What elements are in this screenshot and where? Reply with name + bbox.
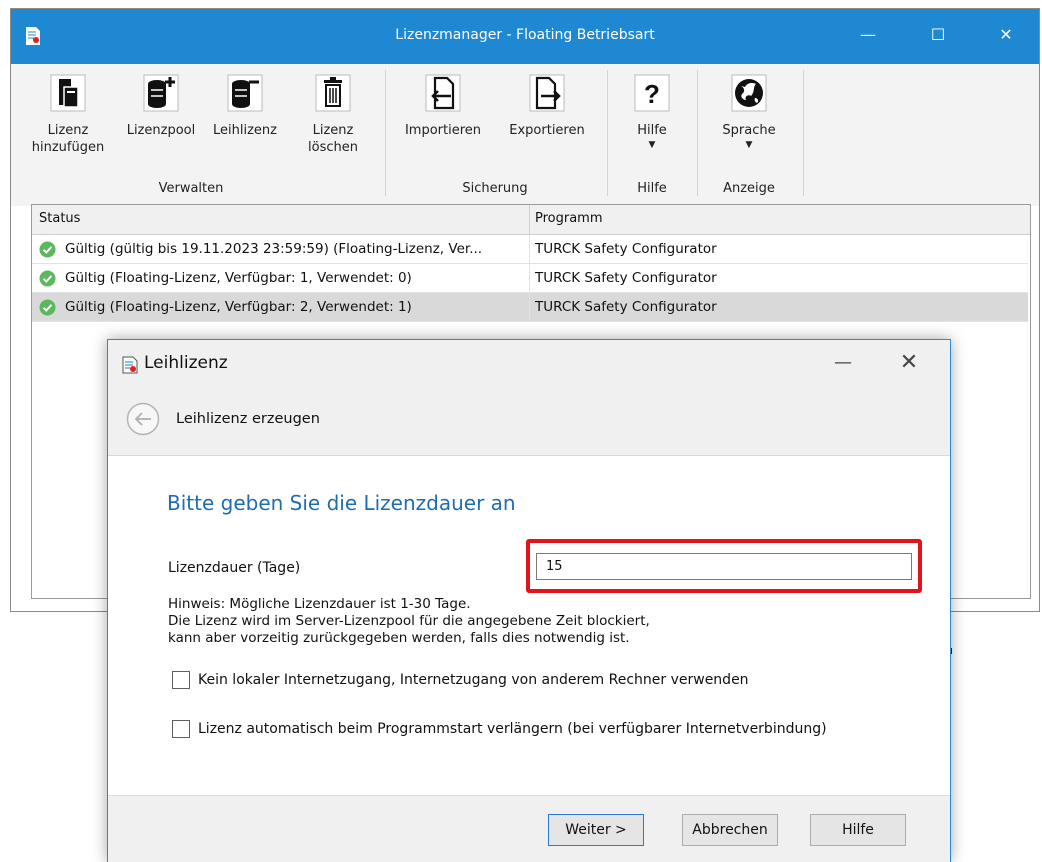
borrow-license-icon [227,74,263,112]
group-separator [697,70,698,196]
cancel-button[interactable]: Abbrechen [682,814,778,846]
add-license-button[interactable]: Lizenz hinzufügen [27,74,109,156]
row-status: Gültig (Floating-Lizenz, Verfügbar: 2, V… [65,299,412,315]
hint-text: Die Lizenz wird im Server-Lizenzpool für… [168,613,650,629]
table-row[interactable]: Gültig (gültig bis 19.11.2023 23:59:59) … [32,235,1028,264]
help-button[interactable]: Hilfe [810,814,906,846]
cell-divider [529,235,530,264]
row-program: TURCK Safety Configurator [535,299,717,315]
dialog-title-bar: Leihlizenz — ✕ [108,340,950,388]
borrow-license-button[interactable]: Leihlizenz [205,74,285,139]
wizard-step-title: Leihlizenz erzeugen [176,411,320,427]
row-status: Gültig (Floating-Lizenz, Verfügbar: 1, V… [65,270,412,286]
wizard-nav-bar: Leihlizenz erzeugen [108,388,950,456]
license-pool-button[interactable]: Lizenzpool [125,74,197,139]
cell-divider [529,264,530,293]
dialog-content: Bitte geben Sie die Lizenzdauer an Lizen… [108,457,950,795]
group-separator [803,70,804,196]
import-icon [425,74,461,112]
export-label: Exportieren [509,123,585,138]
duration-label: Lizenzdauer (Tage) [168,560,301,576]
borrow-license-label: Leihlizenz [213,123,277,138]
question-mark-icon: ? [634,74,670,112]
group-label-sicherung: Sicherung [462,181,528,196]
check-circle-icon [39,270,56,287]
export-icon [529,74,565,112]
group-label-verwalten: Verwalten [158,181,224,196]
license-pool-icon [143,74,179,112]
dialog-title: Leihlizenz [144,353,228,373]
svg-text:?: ? [644,79,660,109]
export-button[interactable]: Exportieren [499,74,595,139]
chevron-down-icon: ▼ [648,140,656,150]
license-pool-label: Lizenzpool [126,123,196,138]
minimize-button[interactable]: — [855,23,881,47]
auto-renew-checkbox[interactable] [172,720,190,738]
help-menu-button[interactable]: ? Hilfe ▼ [617,74,687,151]
column-header-status[interactable]: Status [39,211,80,226]
table-row-selected[interactable]: Gültig (Floating-Lizenz, Verfügbar: 2, V… [32,293,1028,322]
table-row[interactable]: Gültig (Floating-Lizenz, Verfügbar: 1, V… [32,264,1028,293]
row-program: TURCK Safety Configurator [535,241,717,257]
dialog-footer: Weiter > Abbrechen Hilfe [108,795,950,862]
next-button[interactable]: Weiter > [548,814,644,846]
window-title: Lizenzmanager - Floating Betriebsart [395,27,655,43]
add-license-icon [50,74,86,112]
trash-icon [315,74,351,112]
group-label-hilfe: Hilfe [637,181,667,196]
help-menu-label: Hilfe [637,123,667,138]
dialog-close-button[interactable]: ✕ [894,348,924,378]
maximize-button[interactable]: ☐ [925,23,951,47]
import-label: Importieren [404,123,482,138]
license-app-icon [122,356,138,374]
add-license-label-1: Lizenz [47,123,89,138]
cell-divider [529,293,530,322]
page-heading: Bitte geben Sie die Lizenzdauer an [167,491,516,515]
check-circle-icon [39,241,56,258]
ribbon-toolbar: Lizenz hinzufügen Lizenzpool Leihlizenz … [11,64,1039,206]
globe-icon [731,74,767,112]
hint-text: kann aber vorzeitig zurückgegeben werden… [168,630,630,646]
duration-input[interactable] [536,553,912,580]
import-button[interactable]: Importieren [395,74,491,139]
close-button[interactable]: ✕ [993,23,1019,47]
auto-renew-checkbox-label[interactable]: Lizenz automatisch beim Programmstart ve… [198,721,827,737]
language-menu-label: Sprache [722,123,776,138]
title-bar: Lizenzmanager - Floating Betriebsart — ☐… [11,9,1039,64]
offline-checkbox-label[interactable]: Kein lokaler Internetzugang, Internetzug… [198,672,749,688]
hint-text: Hinweis: Mögliche Lizenzdauer ist 1-30 T… [168,596,471,612]
group-separator [607,70,608,196]
dialog-minimize-button[interactable]: — [828,348,858,378]
check-circle-icon [39,299,56,316]
column-divider[interactable] [529,205,530,235]
delete-license-button[interactable]: Lizenz löschen [301,74,365,156]
chevron-down-icon: ▼ [745,140,753,150]
delete-license-label-2: löschen [308,140,358,155]
back-arrow-icon[interactable] [126,402,160,436]
language-menu-button[interactable]: Sprache ▼ [707,74,791,151]
row-program: TURCK Safety Configurator [535,270,717,286]
delete-license-label-1: Lizenz [312,123,354,138]
group-separator [385,70,386,196]
offline-checkbox[interactable] [172,671,190,689]
borrow-license-dialog: Leihlizenz — ✕ Leihlizenz erzeugen Bitte… [107,339,951,862]
row-status: Gültig (gültig bis 19.11.2023 23:59:59) … [65,241,483,257]
group-label-anzeige: Anzeige [723,181,775,196]
add-license-label-2: hinzufügen [31,140,105,155]
table-header: Status Programm [32,205,1030,235]
column-header-program[interactable]: Programm [535,211,603,226]
